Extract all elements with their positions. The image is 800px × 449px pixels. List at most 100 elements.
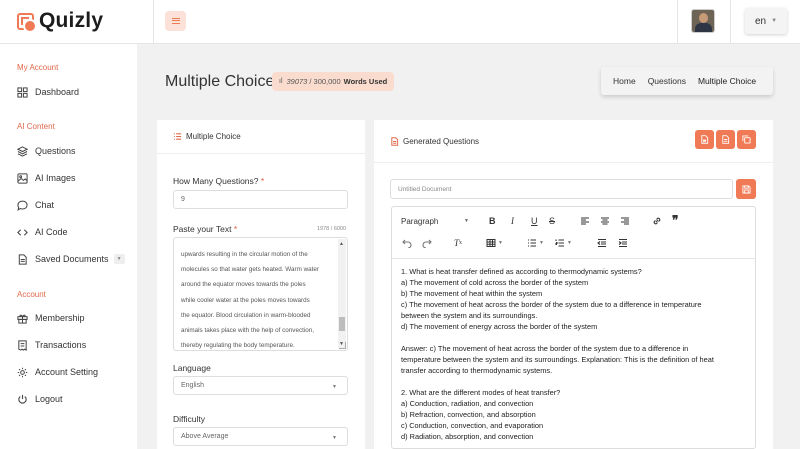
user-avatar[interactable] — [691, 9, 715, 33]
header-divider — [730, 0, 731, 44]
link-icon[interactable] — [652, 214, 662, 228]
language-select[interactable]: English ▼ — [173, 376, 348, 395]
breadcrumb-questions[interactable]: Questions — [648, 76, 686, 86]
document-icon — [17, 253, 28, 265]
text-line: while cooler water at the poles moves to… — [181, 296, 310, 304]
language-value: en — [754, 15, 767, 27]
bold-button[interactable]: B — [489, 214, 496, 228]
content-line: d) The movement of energy across the bor… — [401, 322, 598, 331]
breadcrumb-home[interactable]: Home — [613, 76, 636, 86]
resize-handle[interactable] — [339, 342, 346, 349]
sidebar-item-ai-code[interactable]: AI Code — [17, 224, 68, 240]
form-card-header: Multiple Choice — [157, 120, 365, 154]
paragraph-style-select[interactable]: Paragraph ▼ — [401, 214, 471, 228]
blockquote-icon[interactable]: ❞ — [672, 213, 678, 227]
align-right-icon[interactable] — [620, 214, 630, 228]
bar-chart-icon: ıl — [279, 78, 283, 85]
questions-count-input[interactable]: 9 — [173, 190, 348, 209]
document-title-input[interactable]: Untitled Document — [390, 179, 733, 199]
sidebar-item-label: Membership — [35, 313, 85, 323]
chevron-down-icon: ▼ — [332, 435, 337, 441]
text-line: thereby regulating the body temperature. — [181, 342, 295, 350]
editor-content[interactable]: 1. What is heat transfer defined as acco… — [401, 266, 751, 442]
questions-count-label: How Many Questions? * — [173, 176, 265, 186]
scroll-thumb[interactable] — [339, 317, 345, 331]
header-divider — [677, 0, 678, 44]
layers-icon — [17, 145, 28, 157]
text-line: animals takes place with the help of con… — [181, 326, 315, 334]
content-line: c) The movement of heat across the borde… — [401, 300, 702, 309]
sidebar-item-label: AI Code — [35, 227, 68, 237]
save-document-button[interactable] — [736, 179, 756, 199]
language-dropdown[interactable]: en ▼ — [745, 8, 787, 34]
source-text-input[interactable]: upwards resulting in the circular motion… — [173, 237, 348, 351]
sidebar-item-label: Saved Documents — [35, 254, 109, 264]
sidebar-item-logout[interactable]: Logout — [17, 391, 63, 407]
content-line: a) The movement of cold across the borde… — [401, 278, 589, 287]
content-line: transfer according to thermodynamic syst… — [401, 366, 553, 375]
file-icon — [390, 136, 399, 146]
expand-chevron-icon[interactable]: ▼ — [113, 254, 125, 264]
numbered-list-icon[interactable]: ▼ — [555, 236, 572, 250]
bullet-list-icon[interactable]: ▼ — [527, 236, 544, 250]
clear-format-icon[interactable]: Tx — [454, 236, 462, 250]
logo-icon — [17, 12, 37, 33]
content-line: d) Radiation, absorption, and convection — [401, 432, 534, 441]
breadcrumb: Home Questions Multiple Choice — [601, 67, 773, 95]
content-line: 1. What is heat transfer defined as acco… — [401, 267, 642, 276]
sidebar-item-label: Questions — [35, 146, 76, 156]
sidebar-item-chat[interactable]: Chat — [17, 197, 54, 213]
menu-toggle-button[interactable] — [165, 11, 186, 31]
sidebar-item-label: AI Images — [35, 173, 76, 183]
difficulty-select-value: Above Average — [181, 433, 229, 440]
textarea-scrollbar[interactable]: ▲ ▼ — [338, 239, 346, 349]
sidebar-item-label: Dashboard — [35, 87, 80, 97]
sidebar-item-account-setting[interactable]: Account Setting — [17, 364, 98, 380]
align-center-icon[interactable] — [600, 214, 610, 228]
outdent-icon[interactable] — [597, 236, 607, 250]
text-label-text: Paste your Text — [173, 224, 232, 234]
sidebar-section-title: My Account — [17, 63, 59, 72]
sidebar-item-membership[interactable]: Membership — [17, 310, 85, 326]
strikethrough-button[interactable]: S — [549, 214, 555, 228]
copy-button[interactable] — [737, 130, 756, 149]
chat-icon — [17, 200, 28, 211]
sidebar-item-dashboard[interactable]: Dashboard — [17, 84, 79, 100]
underline-button[interactable]: U — [531, 214, 538, 228]
sidebar-section-title: AI Content — [17, 122, 55, 131]
redo-icon[interactable] — [422, 236, 432, 250]
difficulty-select[interactable]: Above Average ▼ — [173, 427, 348, 446]
export-pdf-button[interactable] — [716, 130, 735, 149]
indent-icon[interactable] — [618, 236, 628, 250]
sidebar-item-saved-documents[interactable]: Saved Documents ▼ — [17, 251, 125, 267]
chevron-down-icon: ▼ — [771, 18, 778, 24]
scroll-up-icon[interactable]: ▲ — [339, 241, 344, 247]
content-line: 2. What are the different modes of heat … — [401, 388, 561, 397]
gift-icon — [17, 313, 28, 324]
content-line: Answer: c) The movement of heat across t… — [401, 344, 689, 353]
text-line: the equator. Blood circulation in warm-b… — [181, 311, 311, 319]
power-icon — [17, 394, 28, 405]
page-title: Multiple Choice — [165, 73, 275, 90]
logo[interactable]: Quizly — [17, 9, 103, 33]
form-card-title: Multiple Choice — [186, 132, 241, 141]
editor-toolbar: Paragraph ▼ B I U S ❞ Tx ▼ ▼ ▼ — [392, 207, 755, 259]
sidebar-item-transactions[interactable]: Transactions — [17, 337, 86, 353]
content-gap — [401, 376, 751, 387]
language-label: Language — [173, 363, 211, 373]
table-icon[interactable]: ▼ — [486, 236, 503, 250]
italic-button[interactable]: I — [511, 214, 514, 228]
content-line: temperature between the system and its s… — [401, 355, 714, 364]
receipt-icon — [17, 339, 28, 351]
save-icon — [741, 184, 751, 194]
rich-text-editor[interactable]: Paragraph ▼ B I U S ❞ Tx ▼ ▼ ▼ 1. What i… — [391, 206, 756, 449]
content-line: between the system and its surroundings. — [401, 311, 538, 320]
content-line: b) Refraction, convection, and absorptio… — [401, 410, 536, 419]
undo-icon[interactable] — [402, 236, 412, 250]
align-left-icon[interactable] — [580, 214, 590, 228]
sidebar-item-questions[interactable]: Questions — [17, 143, 76, 159]
words-used-count: 39073 — [286, 77, 308, 86]
words-used-label: Words Used — [343, 77, 388, 86]
sidebar-item-ai-images[interactable]: AI Images — [17, 170, 76, 186]
export-word-button[interactable] — [695, 130, 714, 149]
